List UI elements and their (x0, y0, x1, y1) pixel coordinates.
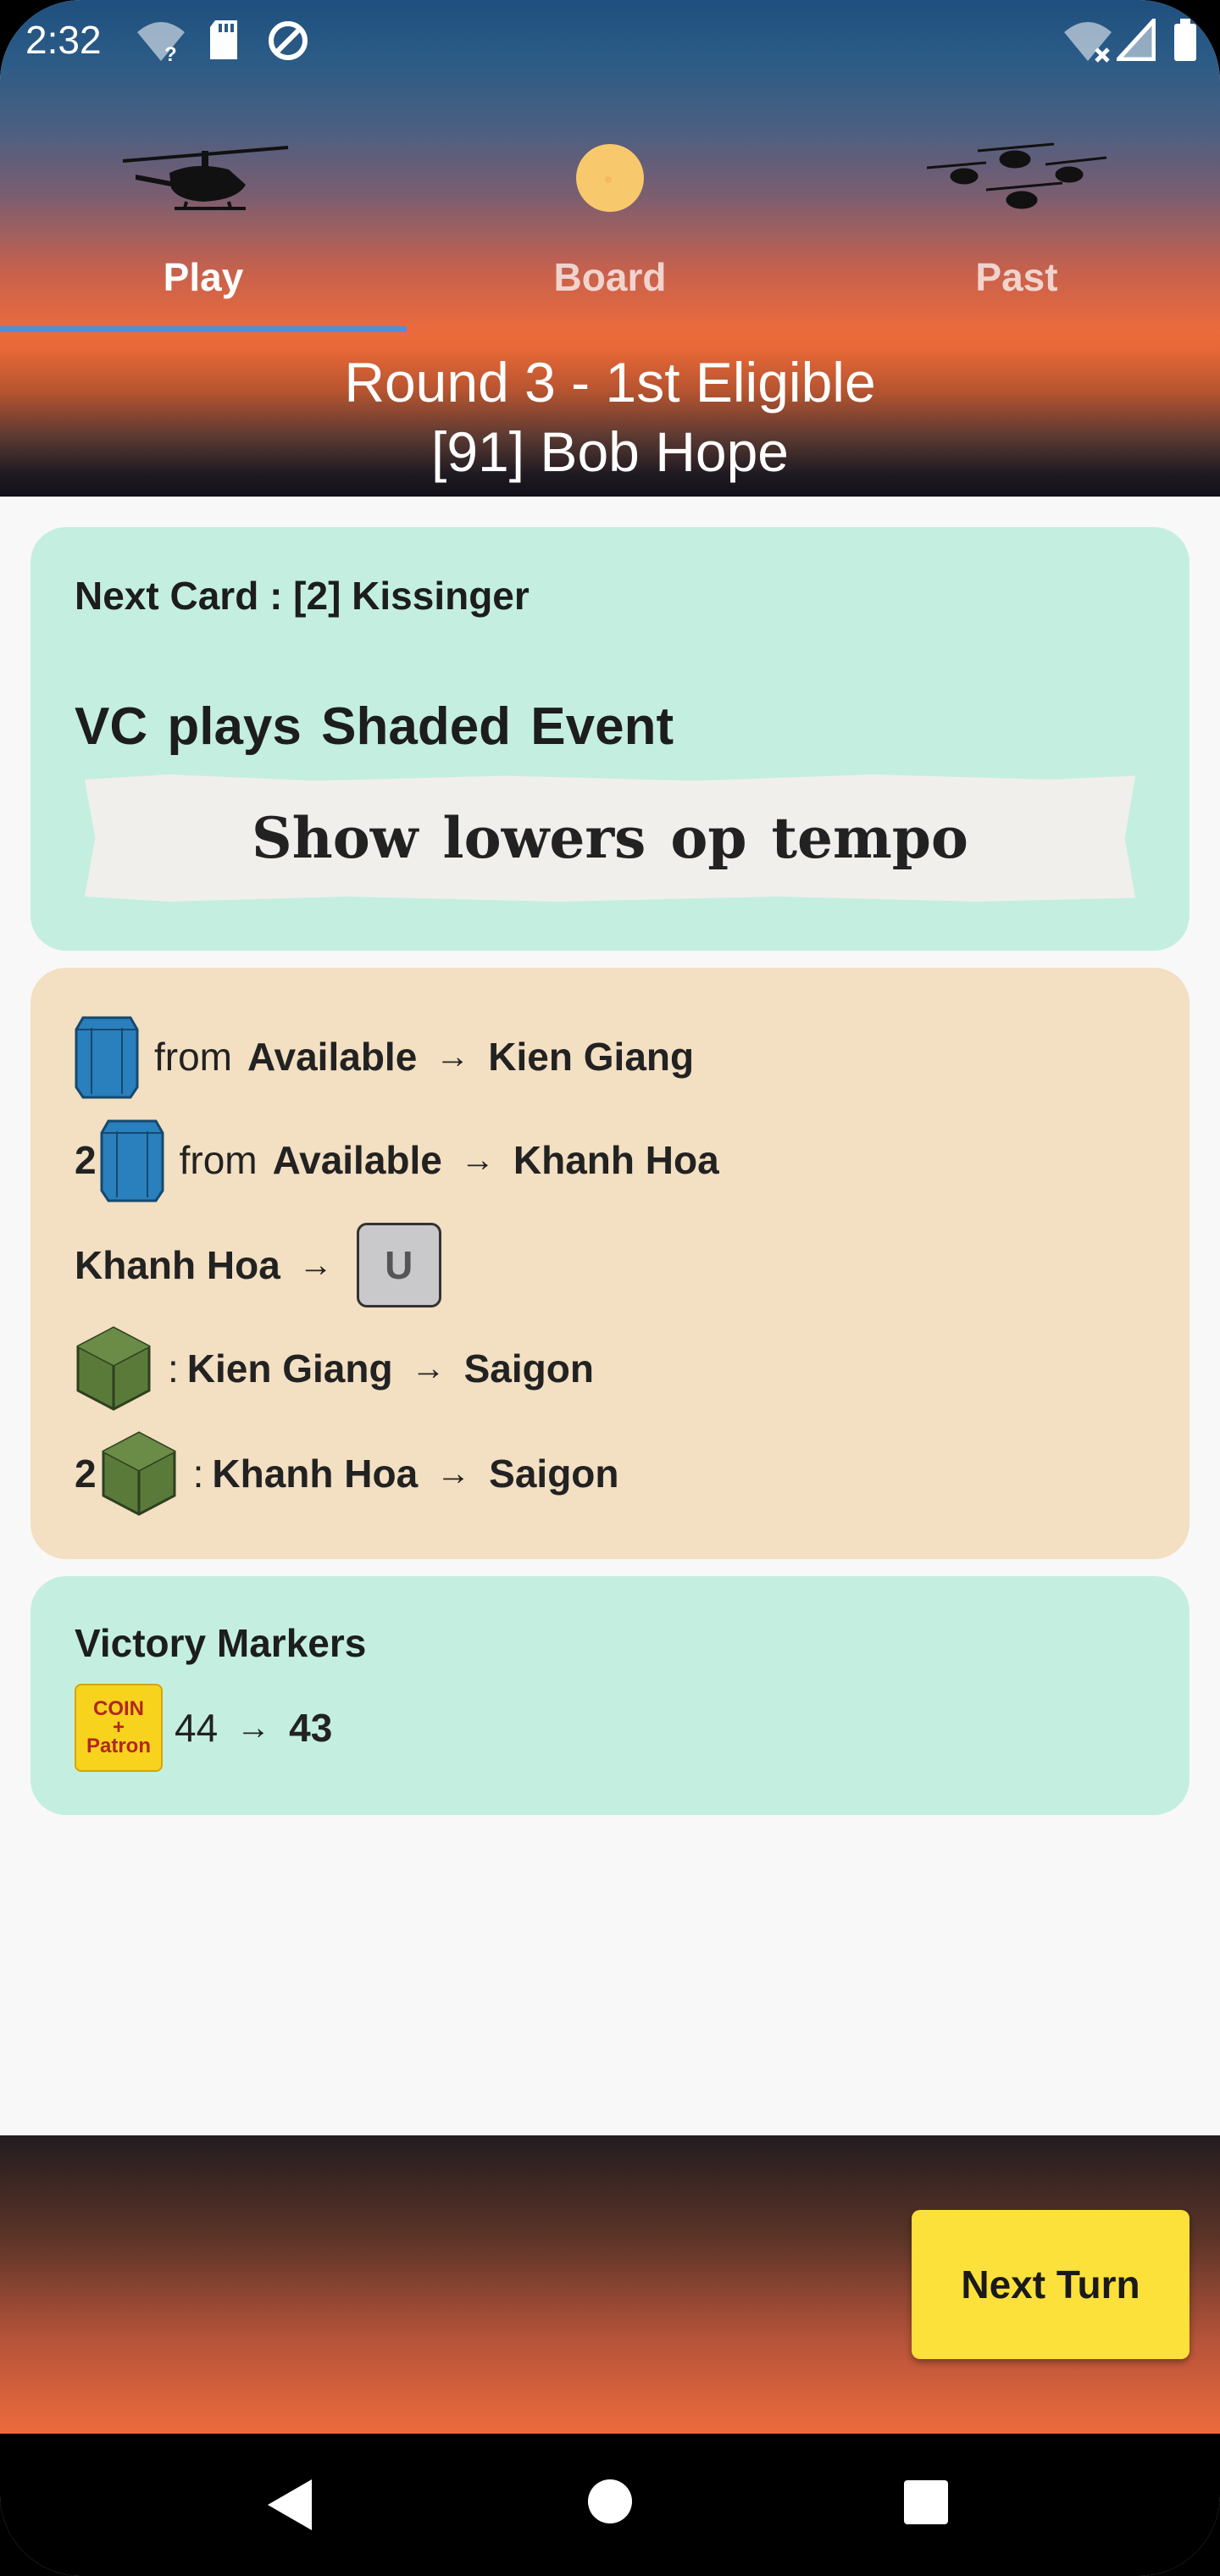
event-text: Show lowers op tempo (252, 805, 968, 871)
move-source: Available (272, 1138, 442, 1182)
status-time: 2:32 (25, 18, 102, 62)
badge-line: Patron (86, 1735, 151, 1757)
next-turn-button[interactable]: Next Turn (912, 2210, 1190, 2359)
move-destination: Saigon (463, 1346, 594, 1391)
tab-past[interactable]: Past (813, 127, 1220, 330)
helicopter-squadron-icon (927, 142, 1107, 209)
system-nav-bar (0, 2434, 1220, 2576)
move-row: from Available → Kien Giang (75, 1010, 694, 1103)
us-troop-cube-icon (76, 1326, 151, 1411)
next-card-label: Next Card : [2] Kissinger (75, 574, 530, 618)
move-row: : Kien Giang → Saigon (75, 1322, 594, 1415)
recents-icon[interactable] (903, 2479, 949, 2525)
helicopter-icon (122, 146, 289, 210)
tab-play[interactable]: Play (0, 127, 407, 330)
status-bar: 2:32 ? (0, 0, 1220, 83)
arrow: → (236, 1708, 271, 1746)
move-location: Khanh Hoa (75, 1243, 280, 1287)
us-base-blue-icon (75, 1016, 139, 1099)
svg-text:?: ? (164, 43, 177, 66)
uncontrolled-marker: U (356, 1223, 441, 1307)
move-row: 2 : Khanh Hoa → Saigon (75, 1427, 619, 1520)
current-card-title: [91] Bob Hope (431, 420, 789, 483)
victory-from: 44 (175, 1706, 219, 1750)
arrow: → (436, 1454, 471, 1492)
moves-card: from Available → Kien Giang 2 from Avail… (30, 968, 1190, 1559)
move-row: 2 from Available → Khanh Hoa (75, 1113, 719, 1207)
round-status: Round 3 - 1st Eligible (344, 351, 876, 414)
app-header: 2:32 ? Play Board Past Round 3 - 1st Eli… (0, 0, 1220, 497)
us-troop-cube-icon (102, 1431, 176, 1516)
victory-title: Victory Markers (75, 1621, 367, 1665)
sd-card-icon (210, 20, 237, 59)
arrow: → (435, 1037, 470, 1075)
arrow: → (298, 1246, 333, 1284)
separator: : (168, 1346, 179, 1391)
victory-to: 43 (289, 1706, 333, 1750)
tab-play-label: Play (163, 255, 244, 299)
tab-past-label: Past (975, 255, 1058, 299)
tab-board-label: Board (553, 255, 667, 299)
arrow: → (411, 1349, 446, 1387)
wifi-off-icon (1064, 22, 1112, 63)
victory-row: COIN + Patron 44 → 43 (75, 1681, 332, 1774)
sync-icon (269, 21, 308, 60)
move-row: Khanh Hoa → U (75, 1219, 441, 1312)
piece-count: 2 (75, 1452, 97, 1496)
move-from-label: from (154, 1035, 232, 1079)
back-icon[interactable] (264, 2478, 315, 2532)
tab-bar: Play Board Past (0, 127, 1220, 332)
move-destination: Khanh Hoa (513, 1138, 719, 1182)
separator: : (192, 1452, 204, 1496)
piece-count: 2 (75, 1138, 97, 1182)
sun-icon (576, 144, 644, 212)
battery-icon (1174, 19, 1196, 61)
signal-icon (1117, 19, 1156, 61)
round-title: Round 3 - 1st Eligible [91] Bob Hope (0, 347, 1220, 486)
event-card: Next Card : [2] Kissinger VC plays Shade… (30, 527, 1190, 951)
move-destination: Saigon (489, 1452, 619, 1496)
move-source: Khanh Hoa (212, 1452, 419, 1496)
coin-patron-icon: COIN + Patron (75, 1684, 163, 1772)
home-icon[interactable] (586, 2478, 634, 2525)
wifi-unknown-icon: ? (137, 22, 185, 66)
active-tab-indicator (0, 326, 407, 332)
move-source: Available (247, 1035, 418, 1079)
event-text-banner: Show lowers op tempo (85, 774, 1135, 902)
victory-card: Victory Markers COIN + Patron 44 → 43 (30, 1576, 1190, 1815)
us-base-blue-icon (100, 1119, 164, 1202)
move-destination: Kien Giang (488, 1035, 695, 1079)
move-source: Kien Giang (186, 1346, 393, 1391)
move-from-label: from (179, 1138, 258, 1182)
tab-board[interactable]: Board (407, 127, 813, 330)
arrow: → (460, 1141, 495, 1179)
app-screen: 2:32 ? Play Board Past Round 3 - 1st Eli… (0, 0, 1220, 2576)
faction-action: VC plays Shaded Event (75, 697, 674, 756)
